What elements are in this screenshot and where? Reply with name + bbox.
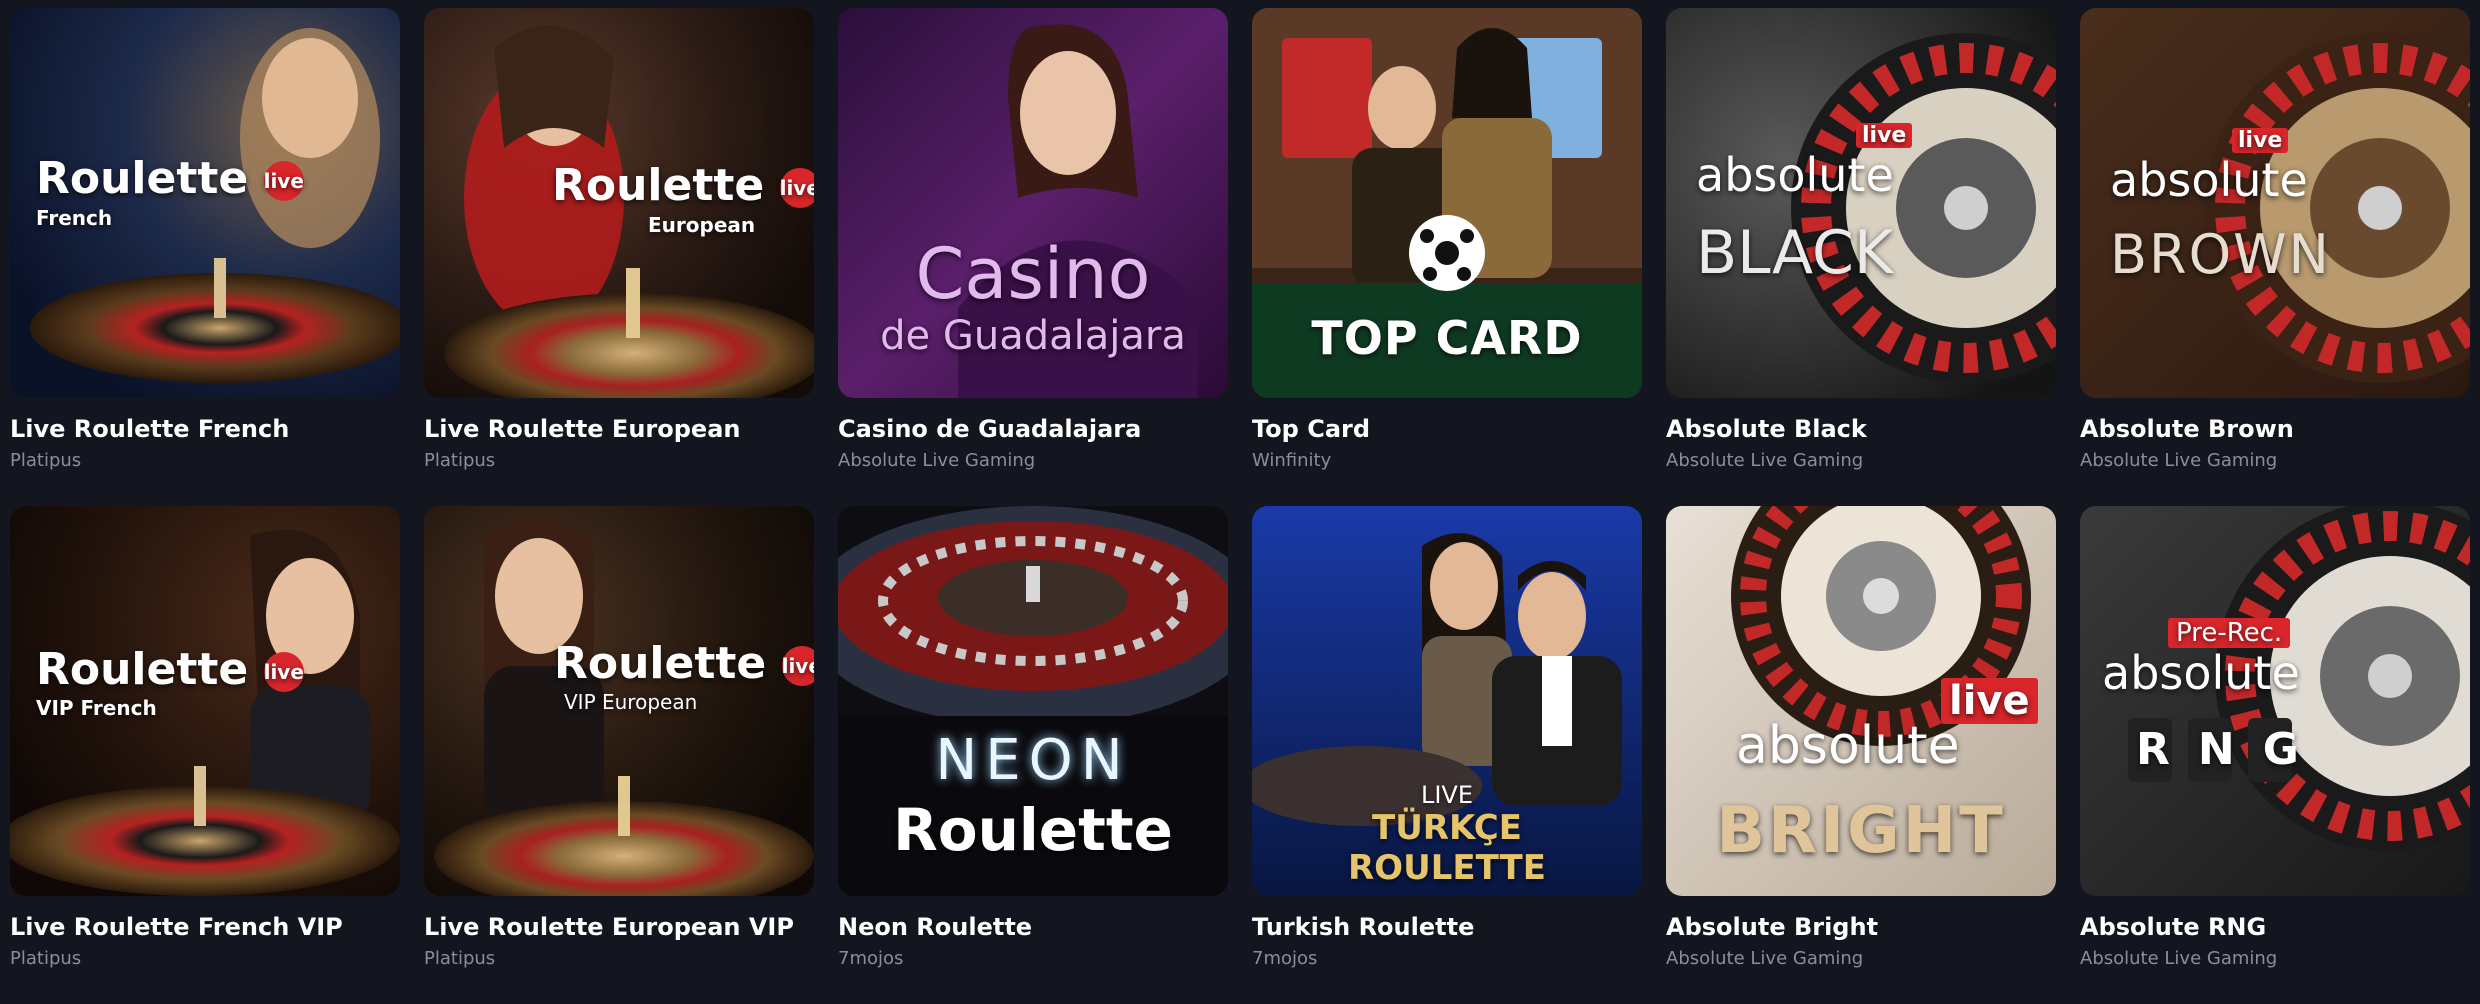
game-provider: Absolute Live Gaming xyxy=(1666,948,1864,969)
art-title: Casino xyxy=(915,233,1151,315)
live-badge: live xyxy=(263,652,304,692)
game-provider: Winfinity xyxy=(1252,450,1332,471)
game-card[interactable]: live absolute BLACK Absolute Black Absol… xyxy=(1666,8,2056,506)
game-title[interactable]: Top Card xyxy=(1252,414,1642,444)
game-card[interactable]: live absolute BROWN Absolute Brown Absol… xyxy=(2080,8,2470,506)
art-brand: absolute xyxy=(1736,716,1960,776)
game-thumbnail[interactable]: live absolute BROWN xyxy=(2080,8,2470,398)
game-title[interactable]: Absolute RNG xyxy=(2080,912,2470,942)
art-title: Roulette live xyxy=(36,153,304,204)
game-provider: Absolute Live Gaming xyxy=(838,450,1036,471)
live-badge: live xyxy=(781,646,814,686)
game-provider: Platipus xyxy=(424,450,496,471)
live-badge: live xyxy=(1856,123,1913,148)
art-title: Roulette xyxy=(893,796,1173,864)
art-subtitle: VIP French xyxy=(36,696,157,720)
game-title[interactable]: Neon Roulette xyxy=(838,912,1228,942)
game-title[interactable]: Live Roulette European VIP xyxy=(424,912,814,942)
art-top: NEON xyxy=(935,728,1131,793)
art-title: BLACK xyxy=(1696,218,1894,288)
game-provider: 7mojos xyxy=(1252,948,1318,969)
game-card[interactable]: Roulette live VIP European Live Roulette… xyxy=(424,506,814,1004)
art-title: Roulette live xyxy=(36,644,304,695)
game-provider: Absolute Live Gaming xyxy=(2080,948,2278,969)
art-subtitle: European xyxy=(648,213,756,237)
game-thumbnail[interactable]: Roulette live VIP French xyxy=(10,506,400,896)
game-provider: Absolute Live Gaming xyxy=(2080,450,2278,471)
game-title[interactable]: Live Roulette French VIP xyxy=(10,912,400,942)
game-title[interactable]: Turkish Roulette xyxy=(1252,912,1642,942)
game-title[interactable]: Casino de Guadalajara xyxy=(838,414,1228,444)
game-provider: Platipus xyxy=(10,948,82,969)
game-card[interactable]: Roulette live European Live Roulette Eur… xyxy=(424,8,814,506)
game-card[interactable]: Roulette live VIP French Live Roulette F… xyxy=(10,506,400,1004)
live-badge: live xyxy=(779,168,814,208)
pre-rec-badge: Pre-Rec. xyxy=(2168,618,2291,648)
art-brand: absolute xyxy=(1696,148,1894,202)
game-provider: 7mojos xyxy=(838,948,904,969)
game-thumbnail[interactable]: Roulette live French xyxy=(10,8,400,398)
game-thumbnail[interactable]: Roulette live European xyxy=(424,8,814,398)
game-card[interactable]: LIVE TÜRKÇE ROULETTE Turkish Roulette 7m… xyxy=(1252,506,1642,1004)
art-title: ROULETTE xyxy=(1348,848,1546,888)
game-card[interactable]: Casino de Guadalajara Casino de Guadalaj… xyxy=(838,8,1228,506)
art-title: TOP CARD xyxy=(1311,311,1583,365)
game-card[interactable]: Roulette live French Live Roulette Frenc… xyxy=(10,8,400,506)
game-thumbnail[interactable]: Roulette live VIP European xyxy=(424,506,814,896)
game-provider: Platipus xyxy=(424,948,496,969)
art-subtitle: de Guadalajara xyxy=(880,313,1186,359)
art-title: Roulette live xyxy=(552,160,814,211)
art-title: RNG xyxy=(2136,724,2327,775)
art-brand: absolute xyxy=(2102,646,2300,700)
thumbnail-art xyxy=(2080,506,2470,896)
game-provider: Absolute Live Gaming xyxy=(1666,450,1864,471)
art-mid: TÜRKÇE xyxy=(1372,808,1522,848)
art-subtitle: VIP European xyxy=(564,690,698,714)
art-title: BROWN xyxy=(2110,223,2331,286)
game-title[interactable]: Absolute Black xyxy=(1666,414,2056,444)
game-title[interactable]: Live Roulette European xyxy=(424,414,814,444)
art-title: Roulette live xyxy=(554,638,814,689)
game-thumbnail[interactable]: live absolute BLACK xyxy=(1666,8,2056,398)
art-top: LIVE xyxy=(1420,781,1474,809)
game-card[interactable]: NEON Roulette Neon Roulette 7mojos xyxy=(838,506,1228,1004)
game-title[interactable]: Absolute Brown xyxy=(2080,414,2470,444)
art-subtitle: French xyxy=(36,206,113,230)
live-badge: live xyxy=(263,161,304,201)
game-card[interactable]: live absolute BRIGHT Absolute Bright Abs… xyxy=(1666,506,2056,1004)
game-thumbnail[interactable]: LIVE TÜRKÇE ROULETTE xyxy=(1252,506,1642,896)
game-card[interactable]: Pre-Rec. absolute RNG Absolute RNG Absol… xyxy=(2080,506,2470,1004)
game-card[interactable]: TOP CARD Top Card Winfinity xyxy=(1252,8,1642,506)
game-thumbnail[interactable]: Casino de Guadalajara xyxy=(838,8,1228,398)
game-provider: Platipus xyxy=(10,450,82,471)
thumbnail-art xyxy=(1666,8,2056,398)
art-brand: absolute xyxy=(2110,153,2308,207)
live-badge: live xyxy=(2232,128,2289,153)
game-thumbnail[interactable]: TOP CARD xyxy=(1252,8,1642,398)
game-grid: Roulette live French Live Roulette Frenc… xyxy=(10,8,2480,1004)
game-thumbnail[interactable]: live absolute BRIGHT xyxy=(1666,506,2056,896)
game-title[interactable]: Live Roulette French xyxy=(10,414,400,444)
game-title[interactable]: Absolute Bright xyxy=(1666,912,2056,942)
game-thumbnail[interactable]: NEON Roulette xyxy=(838,506,1228,896)
art-title: BRIGHT xyxy=(1716,794,2006,868)
game-thumbnail[interactable]: Pre-Rec. absolute RNG xyxy=(2080,506,2470,896)
